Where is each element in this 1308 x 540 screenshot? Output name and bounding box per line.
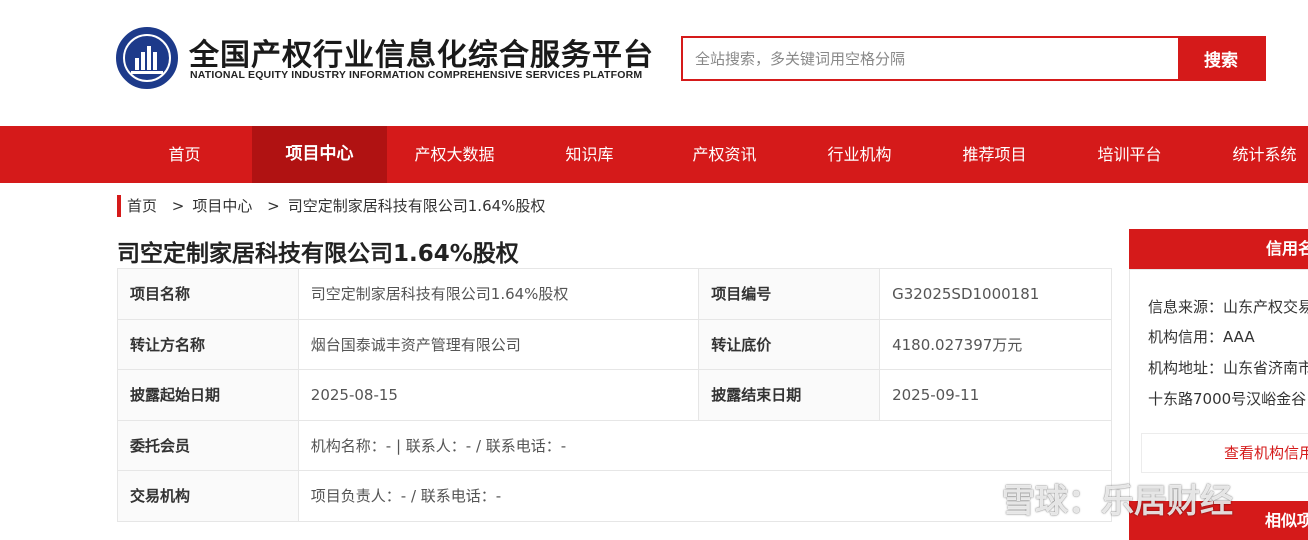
nav-item-knowledge[interactable]: 知识库 [522, 126, 657, 183]
detail-label: 项目编号 [698, 268, 881, 320]
detail-value: 2025-09-11 [879, 369, 1112, 421]
page-title: 司空定制家居科技有限公司1.64%股权 [117, 241, 519, 267]
brand-name-cn: 全国产权行业信息化综合服务平台 [189, 38, 654, 73]
nav-item-big-data[interactable]: 产权大数据 [387, 126, 522, 183]
detail-label: 交易机构 [117, 470, 299, 522]
nav-item-news[interactable]: 产权资讯 [657, 126, 792, 183]
search-input[interactable] [683, 38, 1178, 79]
nav-item-recommended[interactable]: 推荐项目 [927, 126, 1062, 183]
brand-name-en: NATIONAL EQUITY INDUSTRY INFORMATION COM… [190, 69, 643, 81]
detail-label: 披露起始日期 [117, 369, 299, 421]
credit-info-line: 信息来源：山东产权交易 [1148, 298, 1308, 316]
detail-value: 2025-08-15 [297, 369, 700, 421]
breadcrumb-separator: > [267, 197, 280, 215]
detail-label: 披露结束日期 [698, 369, 881, 421]
credit-info-line: 机构地址：山东省济南市 [1148, 359, 1308, 377]
nav-item-institutions[interactable]: 行业机构 [792, 126, 927, 183]
logo-building-icon [134, 46, 160, 70]
table-row: 转让方名称 烟台国泰诚丰资产管理有限公司 转让底价 4180.027397万元 [117, 318, 1112, 370]
nav-item-projects[interactable]: 项目中心 [252, 126, 387, 183]
nav-item-home[interactable]: 首页 [117, 126, 252, 183]
detail-label: 项目名称 [117, 268, 299, 320]
search-bar: 搜索 [681, 36, 1266, 81]
watermark-logo-icon [953, 479, 991, 517]
watermark: 雪球：乐居财经 [952, 476, 1233, 520]
watermark-text: 雪球：乐居财经 [1002, 481, 1233, 520]
nav-item-training[interactable]: 培训平台 [1062, 126, 1197, 183]
detail-value: 司空定制家居科技有限公司1.64%股权 [297, 268, 700, 320]
main-nav: 首页 项目中心 产权大数据 知识库 产权资讯 行业机构 推荐项目 培训平台 统计… [0, 126, 1308, 183]
breadcrumb-current: 司空定制家居科技有限公司1.64%股权 [287, 197, 546, 215]
breadcrumb-separator: > [171, 197, 185, 215]
site-header: 全国产权行业信息化综合服务平台 NATIONAL EQUITY INDUSTRY… [0, 0, 1308, 126]
table-row: 项目名称 司空定制家居科技有限公司1.64%股权 项目编号 G32025SD10… [117, 268, 1112, 320]
credit-panel-body: 信息来源：山东产权交易 机构信用：AAA 机构地址：山东省济南市 十东路7000… [1129, 269, 1308, 509]
detail-value: 烟台国泰诚丰资产管理有限公司 [297, 318, 700, 370]
nav-item-statistics[interactable]: 统计系统 [1197, 126, 1308, 183]
detail-label: 委托会员 [117, 419, 299, 471]
site-logo[interactable] [116, 27, 178, 89]
search-button[interactable]: 搜索 [1178, 38, 1264, 79]
detail-value: 4180.027397万元 [879, 318, 1112, 370]
breadcrumb: 首页 > 项目中心 > 司空定制家居科技有限公司1.64%股权 [117, 195, 545, 217]
detail-label: 转让底价 [698, 318, 881, 370]
table-row: 委托会员 机构名称：- | 联系人：- / 联系电话：- [117, 419, 1113, 471]
detail-label: 转让方名称 [117, 318, 299, 370]
credit-info-line: 十东路7000号汉峪金谷 [1148, 390, 1307, 408]
detail-value: 机构名称：- | 联系人：- / 联系电话：- [297, 419, 1113, 471]
detail-value: G32025SD1000181 [879, 268, 1112, 320]
credit-panel-header: 信用名 [1129, 229, 1308, 269]
logo-base [131, 71, 163, 74]
view-credit-button[interactable]: 查看机构信用 [1141, 433, 1308, 473]
table-row: 披露起始日期 2025-08-15 披露结束日期 2025-09-11 [117, 369, 1112, 421]
breadcrumb-home[interactable]: 首页 [127, 197, 157, 215]
breadcrumb-projects[interactable]: 项目中心 [192, 197, 252, 215]
credit-info-line: 机构信用：AAA [1148, 328, 1255, 346]
